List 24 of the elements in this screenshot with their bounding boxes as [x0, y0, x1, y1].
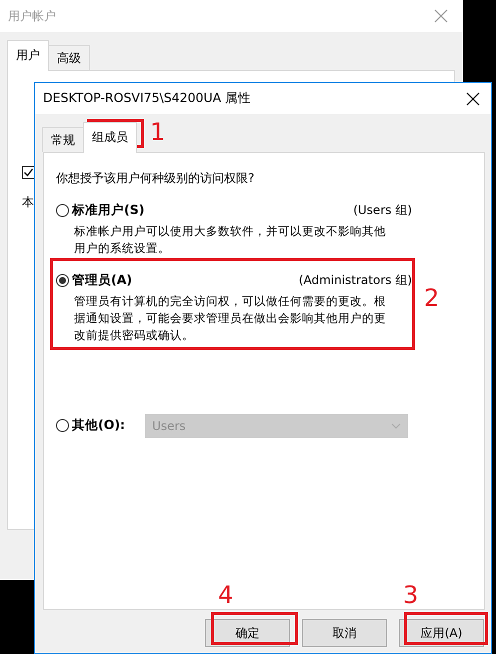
tab[interactable]: 用户 [7, 40, 49, 71]
window-title: DESKTOP-ROSVI75\S4200UA 属性 [43, 89, 252, 108]
tab[interactable]: 常规 [42, 127, 84, 152]
group-name: (Users 组) [353, 202, 413, 220]
step-number: 2 [424, 286, 440, 310]
option-description: 标准帐户用户可以使用大多数软件，并可以更改不影响其他用户的系统设置。 [74, 222, 387, 257]
radio-button[interactable] [56, 204, 69, 217]
radio-button[interactable] [56, 274, 69, 287]
question-text: 你想授予该用户何种级别的访问权限? [56, 170, 256, 187]
label-text: 本 [22, 194, 34, 211]
tab[interactable]: 组成员 [83, 122, 137, 153]
window-title: 用户帐户 [8, 8, 56, 25]
tab[interactable]: 高级 [48, 45, 90, 70]
option-label: 其他(O): [72, 416, 126, 434]
highlight-frame [87, 119, 144, 148]
option-label: 标准用户(S) [72, 201, 144, 219]
step-number: 4 [218, 583, 234, 607]
option-label: 管理员(A) [72, 270, 132, 289]
step-number: 3 [403, 583, 418, 607]
option-description: 管理员有计算机的完全访问权，可以做任何需要的更改。根据通知设置，可能会要求管理员在做出会影响其他用户的更改前提供密码或确认。 [74, 292, 387, 344]
step-number: 1 [150, 120, 166, 144]
group-name: (Administrators 组) [298, 272, 413, 290]
caret-icon [391, 422, 402, 428]
dialog-button[interactable]: 取消 [302, 619, 387, 647]
